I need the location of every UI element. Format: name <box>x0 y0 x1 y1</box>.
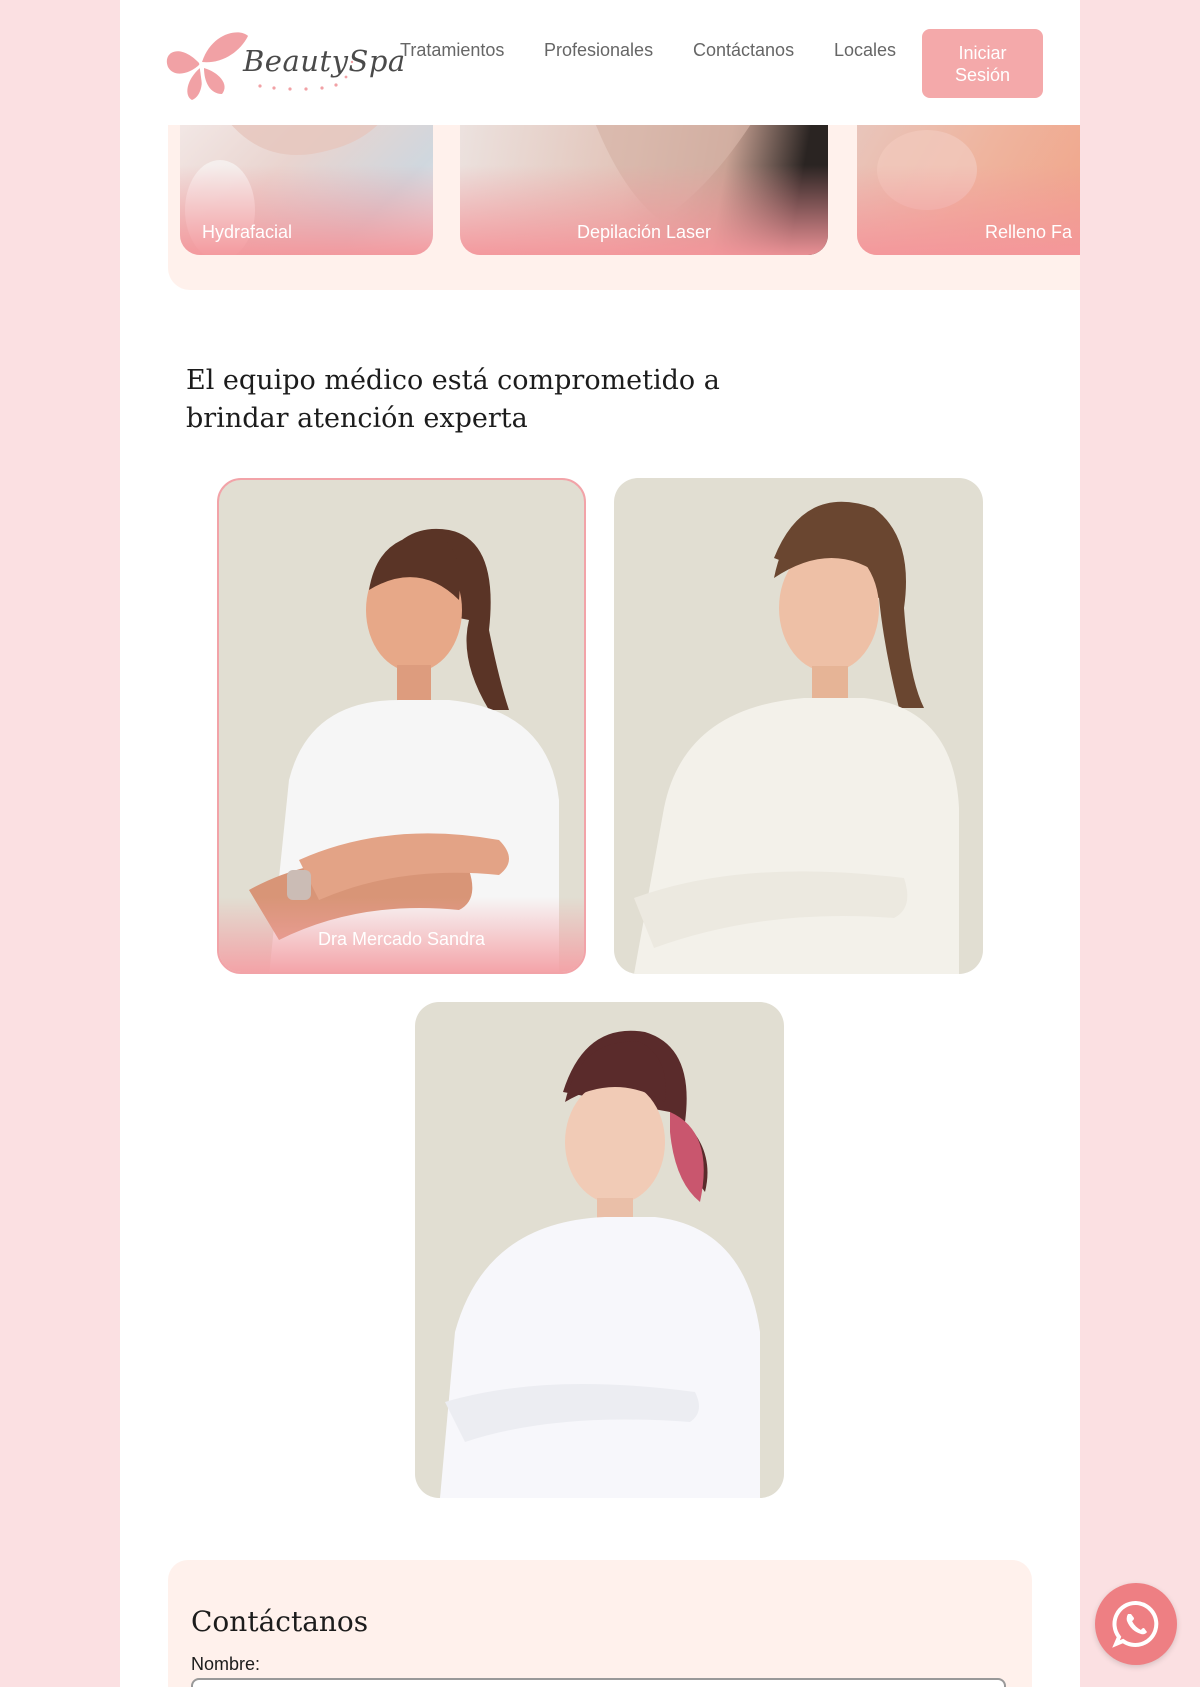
professional-photo <box>440 1030 760 1498</box>
treatment-card-hydrafacial[interactable]: Hydrafacial <box>180 110 433 255</box>
treatment-label: Depilación Laser <box>576 222 712 242</box>
nav-profesionales[interactable]: Profesionales <box>544 40 653 61</box>
treatment-card-relleno[interactable]: Relleno Fa <box>857 110 1080 255</box>
contact-section: Contáctanos Nombre: <box>168 1560 1032 1687</box>
brand-logo[interactable]: BeautySpa <box>160 22 405 102</box>
nav-contactanos[interactable]: Contáctanos <box>693 40 794 61</box>
team-section-title: El equipo médico está comprometido a bri… <box>186 365 720 434</box>
professional-photo <box>634 501 959 974</box>
treatment-label: Relleno Fa <box>985 222 1073 242</box>
login-button[interactable]: Iniciar Sesión <box>922 29 1043 98</box>
page-container: Hydrafacial Depilación Laser Relleno Fa <box>120 0 1080 1687</box>
whatsapp-icon <box>1112 1600 1159 1648</box>
contact-title: Contáctanos <box>191 1605 369 1638</box>
professional-name: Dra Mercado Sandra <box>317 929 486 949</box>
treatment-card-depilacion[interactable]: Depilación Laser <box>460 110 828 255</box>
professional-card[interactable] <box>415 1002 784 1498</box>
name-field-label: Nombre: <box>191 1654 261 1674</box>
nav-locales[interactable]: Locales <box>834 40 896 61</box>
nav-tratamientos[interactable]: Tratamientos <box>400 40 504 61</box>
whatsapp-button[interactable] <box>1095 1583 1177 1665</box>
treatment-label: Hydrafacial <box>202 222 293 242</box>
name-field[interactable] <box>191 1678 1006 1687</box>
professional-card[interactable] <box>614 478 983 974</box>
professional-card[interactable]: Dra Mercado Sandra <box>217 478 586 974</box>
site-header: BeautySpa Tratamientos Profesionales Con… <box>120 0 1080 125</box>
